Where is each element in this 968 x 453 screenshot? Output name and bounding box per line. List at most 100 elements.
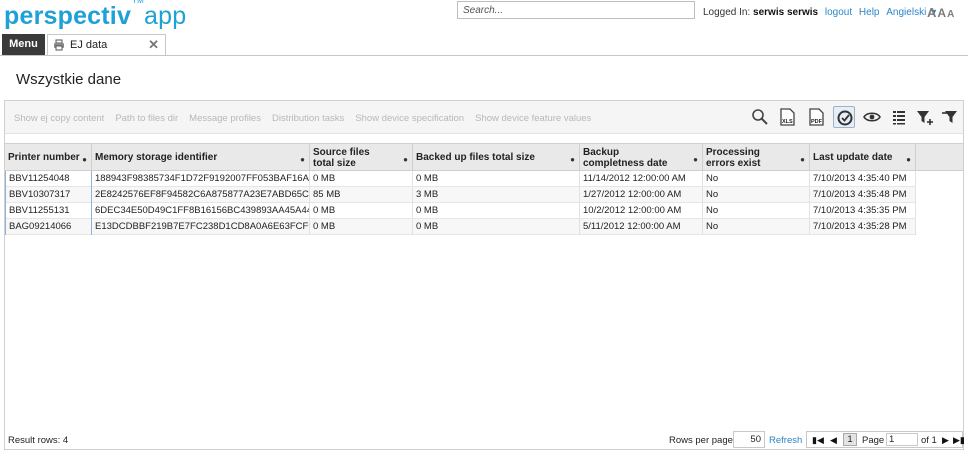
show-ej-copy-content-button[interactable]: Show ej copy content <box>14 113 104 124</box>
column-header-backup-completness-date[interactable]: Backup completness date ● <box>580 144 703 171</box>
cell-processing-errors: No <box>703 219 810 235</box>
refresh-link[interactable]: Refresh <box>769 435 802 446</box>
column-header-backed-up-files-size[interactable]: Backed up files total size ● <box>413 144 580 171</box>
cell-last-update: 7/10/2013 4:35:48 PM <box>810 187 916 203</box>
column-header-source-files-size[interactable]: Source files total size ● <box>310 144 413 171</box>
font-size-small-button[interactable]: A <box>947 9 954 20</box>
cell-printer-number: BBV10307317 <box>5 187 92 203</box>
tab-divider <box>0 55 968 56</box>
printer-icon <box>54 39 64 51</box>
cell-processing-errors: No <box>703 171 810 187</box>
sync-icon[interactable] <box>833 106 855 128</box>
column-list-icon[interactable] <box>888 106 910 128</box>
sort-icon[interactable]: ● <box>906 154 911 165</box>
column-header-printer-number[interactable]: Printer number ● <box>5 144 92 171</box>
previous-page-icon[interactable]: ◀ <box>830 435 837 446</box>
font-size-medium-button[interactable]: A <box>937 6 946 20</box>
pager: ▮◀ ◀ 1 Page 1 of 1 ▶ ▶▮ <box>806 431 965 448</box>
svg-text:PDF: PDF <box>811 119 823 125</box>
xls-export-icon[interactable]: XLS <box>776 106 798 128</box>
table-row[interactable]: BAG09214066 E13DCDBBF219B7E7FC238D1CD8A0… <box>5 219 916 235</box>
cell-backed-up-size: 3 MB <box>413 187 580 203</box>
cell-printer-number: BAG09214066 <box>5 219 92 235</box>
svg-text:XLS: XLS <box>782 119 793 125</box>
page-title: Wszystkie dane <box>16 71 122 88</box>
cell-source-size: 0 MB <box>310 219 413 235</box>
cell-last-update: 7/10/2013 4:35:35 PM <box>810 203 916 219</box>
cell-source-size: 85 MB <box>310 187 413 203</box>
cell-memory-storage-identifier: 2E8242576EF8F94582C6A875877A23E7ABD65C9A <box>92 187 310 203</box>
message-profiles-button[interactable]: Message profiles <box>189 113 261 124</box>
search-input[interactable] <box>458 2 694 18</box>
eye-icon[interactable] <box>861 106 883 128</box>
language-selector[interactable]: Angielski <box>886 7 926 18</box>
page-label: Page <box>862 435 885 446</box>
show-device-specification-button[interactable]: Show device specification <box>355 113 464 124</box>
cell-backed-up-size: 0 MB <box>413 219 580 235</box>
tab-ej-data[interactable]: EJ data ✕ <box>47 34 166 55</box>
cell-source-size: 0 MB <box>310 203 413 219</box>
column-label: Backup completness date <box>583 147 668 169</box>
column-label: Last update date <box>813 152 893 163</box>
close-icon[interactable]: ✕ <box>148 37 159 53</box>
rows-per-page-label: Rows per page: <box>669 435 736 446</box>
font-size-large-button[interactable]: A <box>927 5 936 20</box>
next-page-icon[interactable]: ▶ <box>942 435 949 446</box>
column-label: Processing errors exist <box>706 147 761 169</box>
rows-per-page-input[interactable]: 50 <box>733 431 765 448</box>
user-area: Logged In: serwis serwis logout Help Ang… <box>703 7 938 18</box>
table-header: Printer number ● Memory storage identifie… <box>5 143 963 171</box>
filter-add-icon[interactable] <box>914 106 936 128</box>
column-label: Source files total size <box>313 147 370 169</box>
cell-last-update: 7/10/2013 4:35:40 PM <box>810 171 916 187</box>
user-name: serwis serwis <box>753 7 819 18</box>
toolbar-actions: Show ej copy content Path to files dir Mes… <box>14 112 602 124</box>
cell-printer-number: BBV11255131 <box>5 203 92 219</box>
menu-button[interactable]: Menu <box>2 34 45 55</box>
sort-icon[interactable]: ● <box>570 154 575 165</box>
path-to-files-dir-button[interactable]: Path to files dir <box>115 113 178 124</box>
sort-icon[interactable]: ● <box>693 154 698 165</box>
toolbar: Show ej copy content Path to files dir Mes… <box>5 101 963 134</box>
logout-link[interactable]: logout <box>825 7 852 18</box>
show-device-feature-values-button[interactable]: Show device feature values <box>475 113 591 124</box>
sort-icon[interactable]: ● <box>800 154 805 165</box>
tab-label: EJ data <box>70 39 108 51</box>
column-header-processing-errors[interactable]: Processing errors exist ● <box>703 144 810 171</box>
cell-last-update: 7/10/2013 4:35:28 PM <box>810 219 916 235</box>
cell-backup-date: 5/11/2012 12:00:00 AM <box>580 219 703 235</box>
cell-memory-storage-identifier: 6DEC34E50D49C1FF8B16156BC439893AA45A443C <box>92 203 310 219</box>
app-header: perspectivTMapp Logged In: serwis serwis… <box>0 0 968 30</box>
distribution-tasks-button[interactable]: Distribution tasks <box>272 113 344 124</box>
cell-backup-date: 10/2/2012 12:00:00 AM <box>580 203 703 219</box>
help-link[interactable]: Help <box>859 7 880 18</box>
table-row[interactable]: BBV10307317 2E8242576EF8F94582C6A875877A… <box>5 187 916 203</box>
app-logo[interactable]: perspectivTMapp <box>4 0 186 31</box>
logo-text: perspectiv <box>4 2 132 30</box>
sort-icon[interactable]: ● <box>403 154 408 165</box>
filter-remove-icon[interactable] <box>939 106 961 128</box>
table-footer: Result rows: 4 Rows per page: 50 Refresh… <box>5 429 965 449</box>
sort-icon[interactable]: ● <box>82 154 87 165</box>
column-label: Backed up files total size <box>416 152 535 163</box>
current-page-number[interactable]: 1 <box>843 433 857 446</box>
column-label: Printer number <box>8 152 80 163</box>
logo-trademark: TM <box>132 0 145 5</box>
cell-processing-errors: No <box>703 203 810 219</box>
result-rows-count: Result rows: 4 <box>8 435 69 446</box>
page-input[interactable]: 1 <box>886 433 918 446</box>
pdf-export-icon[interactable]: PDF <box>805 106 827 128</box>
sort-icon[interactable]: ● <box>300 154 305 165</box>
table-row[interactable]: BBV11255131 6DEC34E50D49C1FF8B16156BC439… <box>5 203 916 219</box>
cell-printer-number: BBV11254048 <box>5 171 92 187</box>
first-page-icon[interactable]: ▮◀ <box>812 435 824 446</box>
logged-in-label: Logged In: <box>703 7 751 18</box>
search-icon[interactable] <box>749 106 771 128</box>
cell-source-size: 0 MB <box>310 171 413 187</box>
page-count-label: of 1 <box>921 435 937 446</box>
column-header-memory-storage-identifier[interactable]: Memory storage identifier ● <box>92 144 310 171</box>
cell-backed-up-size: 0 MB <box>413 171 580 187</box>
last-page-icon[interactable]: ▶▮ <box>953 435 965 446</box>
column-header-last-update-date[interactable]: Last update date ● <box>810 144 916 171</box>
table-row[interactable]: BBV11254048 188943F98385734F1D72F9192007… <box>5 171 916 187</box>
